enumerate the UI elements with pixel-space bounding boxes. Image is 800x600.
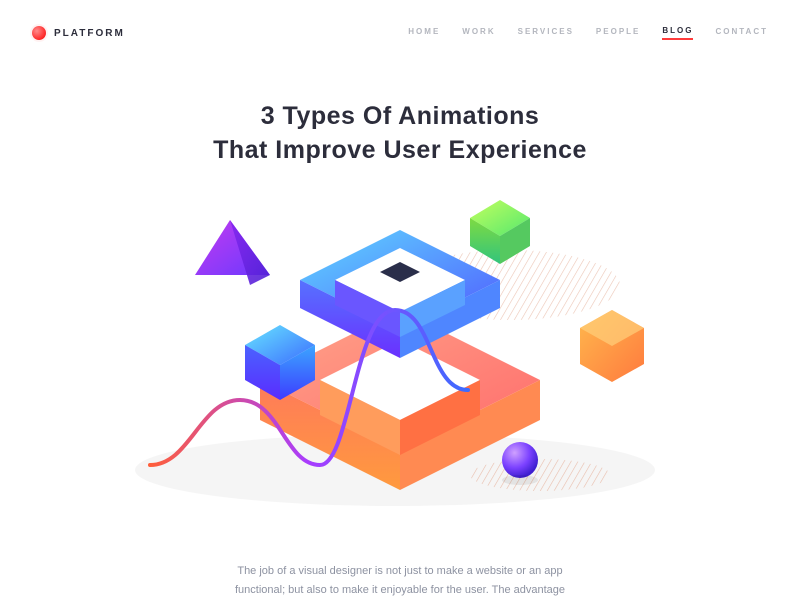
nav-item-people[interactable]: PEOPLE xyxy=(596,27,640,39)
article-title: 3 Types Of Animations That Improve User … xyxy=(0,100,800,168)
header: PLATFORM HOME WORK SERVICES PEOPLE BLOG … xyxy=(0,0,800,48)
primary-nav: HOME WORK SERVICES PEOPLE BLOG CONTACT xyxy=(408,26,768,40)
intro-line-2: functional; but also to make it enjoyabl… xyxy=(235,584,565,596)
nav-item-work[interactable]: WORK xyxy=(462,27,495,39)
title-line-2: That Improve User Experience xyxy=(0,134,800,168)
hero-illustration xyxy=(0,190,800,530)
article-intro: The job of a visual designer is not just… xyxy=(0,562,800,599)
brand[interactable]: PLATFORM xyxy=(32,26,125,40)
hero-illustration-svg xyxy=(0,190,800,530)
nav-item-services[interactable]: SERVICES xyxy=(518,27,574,39)
nav-item-contact[interactable]: CONTACT xyxy=(715,27,768,39)
nav-item-blog[interactable]: BLOG xyxy=(662,26,693,40)
intro-line-1: The job of a visual designer is not just… xyxy=(237,565,562,577)
logo-icon xyxy=(32,26,46,40)
nav-item-home[interactable]: HOME xyxy=(408,27,440,39)
title-line-1: 3 Types Of Animations xyxy=(0,100,800,134)
brand-name: PLATFORM xyxy=(54,28,125,39)
